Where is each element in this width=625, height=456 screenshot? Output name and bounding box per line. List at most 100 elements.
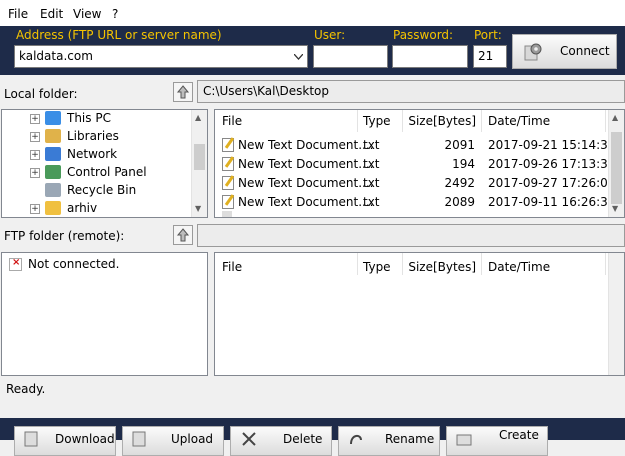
column-date-label: Date/Time	[488, 260, 551, 274]
action-bar: Download Upload Delete Rename Create	[0, 418, 625, 456]
file-name: New Text Document....	[238, 195, 374, 209]
table-row[interactable]: New Text Document.... txt 2492 2017-09-27 1…	[215, 174, 615, 193]
upload-icon	[132, 431, 146, 447]
rename-button[interactable]: Rename	[338, 426, 440, 456]
tree-item[interactable]: + Libraries	[2, 128, 192, 146]
tree-item-label: This PC	[67, 111, 111, 125]
file-date: 2017-09-27 17:26:04	[488, 176, 616, 190]
remote-list-scrollbar[interactable]	[608, 253, 624, 375]
local-tree-pane[interactable]: + This PC + Libraries + Network + Control Panel…	[1, 109, 208, 218]
local-path-box[interactable]: C:\Users\Kal\Desktop	[197, 80, 625, 103]
scroll-up-arrow-icon[interactable]: ▲	[612, 113, 618, 122]
column-type-label: Type	[363, 260, 391, 274]
partial-row	[220, 211, 600, 217]
expand-icon[interactable]: +	[30, 132, 40, 142]
tree-item-label: Recycle Bin	[67, 183, 137, 197]
menu-help[interactable]: ?	[112, 7, 118, 21]
tree-item-label: Control Panel	[67, 165, 147, 179]
expand-icon[interactable]: +	[30, 168, 40, 178]
chevron-down-icon[interactable]	[294, 54, 303, 60]
text-file-icon	[222, 175, 235, 190]
table-row[interactable]: New Text Document.... txt 2091 2017-09-21 1…	[215, 136, 615, 155]
user-input[interactable]	[313, 45, 388, 68]
tree-item[interactable]: + Control Panel	[2, 164, 192, 182]
port-value: 21	[478, 49, 494, 63]
column-file[interactable]: File	[215, 253, 358, 275]
column-type[interactable]: Type	[358, 253, 403, 275]
column-file-label: File	[222, 114, 243, 128]
tree-item-label: arhiv	[67, 201, 98, 215]
file-size: 2089	[444, 195, 475, 209]
tree-item[interactable]: Recycle Bin	[2, 182, 192, 200]
port-input[interactable]: 21	[473, 45, 507, 68]
menu-edit[interactable]: Edit	[40, 7, 63, 21]
expand-icon[interactable]: +	[30, 204, 40, 214]
tree-item[interactable]: + Network	[2, 146, 192, 164]
table-row[interactable]: New Text Document.... txt 194 2017-09-26 17…	[215, 155, 615, 174]
local-tree-scrollbar[interactable]: ▲ ▼	[191, 110, 207, 217]
remote-tree-pane[interactable]: × Not connected.	[1, 252, 208, 376]
upload-label: Upload	[171, 432, 214, 446]
file-type: txt	[363, 176, 380, 190]
local-path: C:\Users\Kal\Desktop	[203, 84, 329, 98]
tree-item[interactable]: + This PC	[2, 110, 192, 128]
remote-file-list[interactable]: File Type Size[Bytes] Date/Time	[214, 252, 625, 376]
scroll-thumb[interactable]	[611, 132, 622, 204]
expand-icon[interactable]: +	[30, 114, 40, 124]
remote-up-folder-button[interactable]	[173, 225, 193, 245]
column-size[interactable]: Size[Bytes]	[403, 110, 482, 132]
delete-icon	[242, 432, 256, 446]
password-label: Password:	[393, 28, 454, 42]
text-file-icon	[222, 194, 235, 209]
create-button[interactable]: Create	[446, 426, 548, 456]
column-date[interactable]: Date/Time	[482, 253, 606, 275]
scroll-thumb[interactable]	[194, 144, 205, 170]
network-icon	[45, 147, 61, 161]
download-button[interactable]: Download	[14, 426, 116, 456]
menu-view[interactable]: View	[73, 7, 101, 21]
text-file-icon	[222, 156, 235, 171]
file-size: 2091	[444, 138, 475, 152]
connect-label: Connect	[560, 44, 610, 58]
tree-item-label: Libraries	[67, 129, 119, 143]
tree-item[interactable]: + arhiv	[2, 200, 192, 217]
scroll-down-arrow-icon[interactable]: ▼	[195, 204, 201, 213]
delete-button[interactable]: Delete	[230, 426, 332, 456]
column-file[interactable]: File	[215, 110, 358, 132]
file-type: txt	[363, 195, 380, 209]
table-row[interactable]: New Text Document.... txt 2089 2017-09-11 1…	[215, 193, 615, 212]
connection-bar: Address (FTP URL or server name) kaldata…	[0, 26, 625, 75]
column-file-label: File	[222, 260, 243, 274]
scroll-down-arrow-icon[interactable]: ▼	[612, 204, 618, 213]
file-date: 2017-09-11 16:26:31	[488, 195, 616, 209]
remote-path-box[interactable]	[197, 224, 625, 247]
user-label: User:	[314, 28, 346, 42]
address-value: kaldata.com	[19, 49, 93, 63]
file-type: txt	[363, 157, 380, 171]
gear-icon	[524, 43, 542, 61]
expand-icon[interactable]: +	[30, 150, 40, 160]
connect-button[interactable]: Connect	[512, 34, 617, 69]
error-icon: ×	[9, 257, 22, 271]
file-size: 2492	[444, 176, 475, 190]
local-list-scrollbar[interactable]: ▲ ▼	[608, 110, 624, 217]
address-input[interactable]: kaldata.com	[14, 45, 308, 68]
tree-item-label: Network	[67, 147, 118, 161]
column-date-label: Date/Time	[488, 114, 551, 128]
column-type[interactable]: Type	[358, 110, 403, 132]
delete-label: Delete	[283, 432, 323, 446]
menu-file[interactable]: File	[8, 7, 28, 21]
column-size-label: Size[Bytes]	[408, 260, 476, 274]
file-size: 194	[452, 157, 475, 171]
column-date[interactable]: Date/Time	[482, 110, 606, 132]
port-label: Port:	[474, 28, 502, 42]
local-file-list[interactable]: File Type Size[Bytes] Date/Time New Text…	[214, 109, 625, 218]
file-type: txt	[363, 138, 380, 152]
scroll-up-arrow-icon[interactable]: ▲	[195, 113, 201, 122]
download-label: Download	[55, 432, 115, 446]
password-input[interactable]	[392, 45, 468, 68]
column-type-label: Type	[363, 114, 391, 128]
upload-button[interactable]: Upload	[122, 426, 224, 456]
local-up-folder-button[interactable]	[173, 82, 193, 102]
column-size[interactable]: Size[Bytes]	[403, 253, 482, 275]
